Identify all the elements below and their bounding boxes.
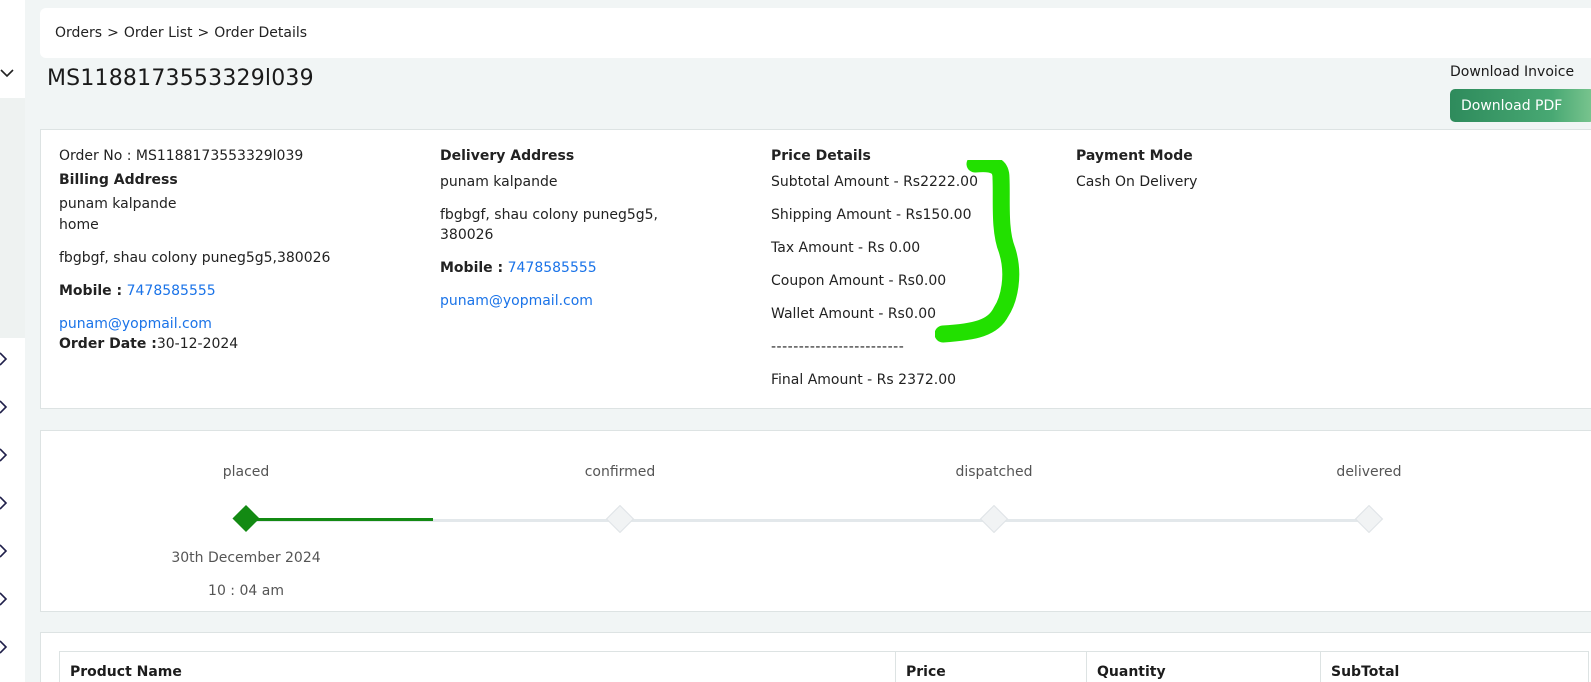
price-details-heading: Price Details xyxy=(771,148,871,164)
order-date-value: 30-12-2024 xyxy=(156,336,239,352)
products-table-header: Product Name Price Quantity SubTotal xyxy=(59,651,1589,682)
step-label-delivered: delivered xyxy=(1336,464,1402,480)
breadcrumb-order-details: Order Details xyxy=(214,25,308,41)
order-no-label: Order No : xyxy=(59,148,132,164)
breadcrumb-orders[interactable]: Orders xyxy=(55,25,102,41)
order-details-card: Order No : MS1188173553329l039 Billing A… xyxy=(40,129,1591,409)
payment-mode-heading: Payment Mode xyxy=(1076,148,1193,164)
payment-mode-value: Cash On Delivery xyxy=(1076,174,1198,190)
column-header-quantity: Quantity xyxy=(1087,652,1321,682)
page-title: MS1188173553329l039 xyxy=(47,66,314,91)
chevron-right-icon[interactable] xyxy=(0,544,14,558)
breadcrumb-separator: > xyxy=(197,25,210,41)
billing-mobile-label: Mobile : xyxy=(59,283,123,299)
final-amount: Final Amount - Rs 2372.00 xyxy=(771,372,957,388)
billing-column: Order No : MS1188173553329l039 Billing A… xyxy=(59,146,330,354)
chevron-right-icon[interactable] xyxy=(0,592,14,606)
delivery-address-line2: 380026 xyxy=(440,227,494,243)
placed-date: 30th December 2024 xyxy=(171,550,321,566)
chevron-right-icon[interactable] xyxy=(0,400,14,414)
breadcrumb-separator: > xyxy=(107,25,119,41)
sidebar xyxy=(0,0,25,682)
products-table-card: Product Name Price Quantity SubTotal xyxy=(40,632,1591,682)
billing-name: punam kalpande xyxy=(59,196,177,212)
breadcrumb: Orders > Order List > Order Details xyxy=(40,8,1591,58)
tax-amount: Tax Amount - Rs 0.00 xyxy=(771,240,921,256)
delivery-column: Delivery Address punam kalpande fbgbgf, … xyxy=(440,146,658,311)
delivery-address-line1: fbgbgf, shau colony puneg5g5, xyxy=(440,207,658,223)
billing-mobile-link[interactable]: 7478585555 xyxy=(127,283,216,299)
billing-address-heading: Billing Address xyxy=(59,172,178,188)
step-marker-delivered xyxy=(1354,504,1384,534)
chevron-right-icon[interactable] xyxy=(0,352,14,366)
payment-column: Payment Mode Cash On Delivery xyxy=(1076,146,1197,192)
breadcrumb-order-list[interactable]: Order List xyxy=(124,25,193,41)
tracker-progress xyxy=(246,518,433,521)
delivery-email-link[interactable]: punam@yopmail.com xyxy=(440,291,658,311)
order-tracker-card: placed confirmed dispatched delivered 30… xyxy=(40,430,1591,612)
billing-type: home xyxy=(59,217,99,233)
order-no-value: MS1188173553329l039 xyxy=(135,148,304,164)
order-date-label: Order Date : xyxy=(59,336,157,352)
delivery-address-heading: Delivery Address xyxy=(440,148,575,164)
step-marker-confirmed xyxy=(605,504,635,534)
billing-email-link[interactable]: punam@yopmail.com xyxy=(59,314,330,334)
subtotal-amount: Subtotal Amount - Rs2222.00 xyxy=(771,174,978,190)
step-marker-dispatched xyxy=(979,504,1009,534)
column-header-price: Price xyxy=(896,652,1087,682)
chevron-right-icon[interactable] xyxy=(0,640,14,654)
delivery-name: punam kalpande xyxy=(440,174,558,190)
step-label-placed: placed xyxy=(222,464,270,480)
chevron-down-icon[interactable] xyxy=(0,66,14,80)
column-header-subtotal: SubTotal xyxy=(1331,664,1400,680)
price-divider: ------------------------ xyxy=(771,339,905,355)
step-label-dispatched: dispatched xyxy=(955,464,1033,480)
download-invoice-label: Download Invoice xyxy=(1450,64,1575,80)
price-details-column: Price Details Subtotal Amount - Rs2222.0… xyxy=(771,146,978,390)
billing-address: fbgbgf, shau colony puneg5g5,380026 xyxy=(59,250,331,266)
wallet-amount: Wallet Amount - Rs0.00 xyxy=(771,306,937,322)
chevron-right-icon[interactable] xyxy=(0,448,14,462)
shipping-amount: Shipping Amount - Rs150.00 xyxy=(771,207,972,223)
delivery-mobile-label: Mobile : xyxy=(440,260,504,276)
step-marker-placed xyxy=(232,505,260,532)
placed-time: 10 : 04 am xyxy=(208,583,284,599)
sidebar-active-section xyxy=(0,98,25,338)
column-header-product-name: Product Name xyxy=(60,652,896,682)
coupon-amount: Coupon Amount - Rs0.00 xyxy=(771,273,947,289)
delivery-mobile-link[interactable]: 7478585555 xyxy=(508,260,597,276)
step-label-confirmed: confirmed xyxy=(584,464,656,480)
download-pdf-button[interactable]: Download PDF xyxy=(1450,89,1591,122)
chevron-right-icon[interactable] xyxy=(0,496,14,510)
